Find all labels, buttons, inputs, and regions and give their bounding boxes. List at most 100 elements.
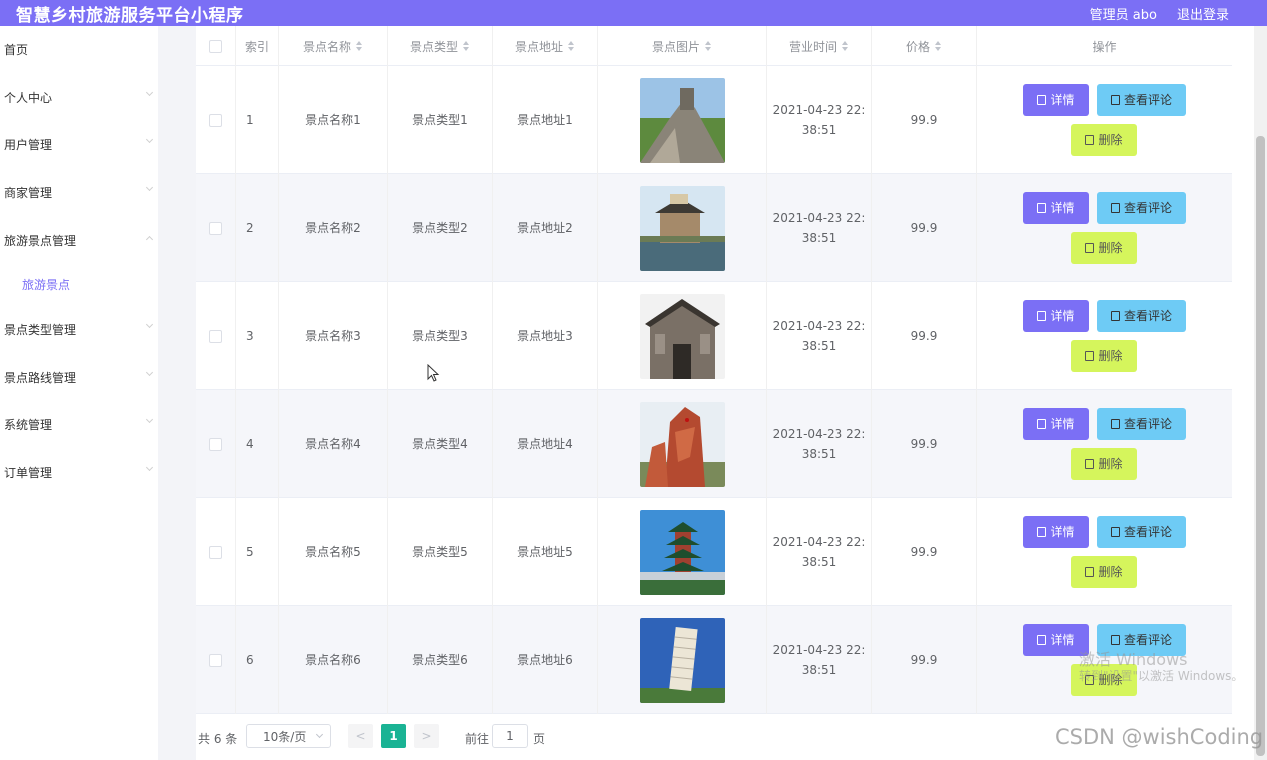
sort-icon[interactable] [463, 41, 470, 51]
cell-actions: 详情 查看评论删除 [977, 498, 1232, 606]
detail-button[interactable]: 详情 [1023, 192, 1089, 224]
scenic-photo[interactable] [639, 185, 725, 271]
cell-image [598, 498, 767, 606]
sidebar-item-label: 首页 [4, 42, 29, 57]
row-checkbox[interactable] [209, 653, 222, 667]
edit-icon [1110, 527, 1120, 537]
table-row: 3 景点名称3 景点类型3 景点地址3 2021-04-23 22: 38:51 … [196, 282, 1232, 390]
button-label: 查看评论 [1123, 417, 1172, 431]
column-header-hours[interactable]: 营业时间 [767, 26, 872, 66]
view-comments-button[interactable]: 查看评论 [1097, 408, 1186, 440]
view-comments-button[interactable]: 查看评论 [1097, 192, 1186, 224]
scenic-photo[interactable] [639, 617, 725, 703]
sort-icon[interactable] [935, 41, 942, 51]
cell-image [598, 174, 767, 282]
select-cell [196, 390, 236, 498]
cell-type: 景点类型2 [388, 174, 493, 282]
sidebar-item-label: 商家管理 [4, 185, 53, 200]
row-checkbox[interactable] [209, 329, 222, 343]
document-icon [1037, 311, 1047, 321]
column-header-name[interactable]: 景点名称 [279, 26, 388, 66]
sort-icon[interactable] [842, 41, 849, 51]
sidebar-item-system-management[interactable]: 系统管理 [0, 412, 158, 436]
delete-button[interactable]: 删除 [1071, 232, 1137, 264]
edit-icon [1110, 419, 1120, 429]
detail-button[interactable]: 详情 [1023, 408, 1089, 440]
trash-icon [1085, 351, 1095, 361]
hours-line-1: 2021-04-23 22: [772, 103, 866, 117]
cell-hours: 2021-04-23 22: 38:51 [767, 66, 872, 174]
button-label: 详情 [1050, 633, 1075, 647]
sidebar-item-label: 用户管理 [4, 137, 53, 152]
cell-address: 景点地址6 [493, 606, 598, 714]
button-label: 查看评论 [1123, 93, 1172, 107]
sidebar-menu: 首页 个人中心 用户管理 商家管理 旅游景点管理 旅游景点 景点类型管理 景点路… [0, 26, 158, 760]
sidebar-subitem-scenic-spots[interactable]: 旅游景点 [0, 272, 158, 296]
edit-icon [1110, 311, 1120, 321]
scenic-photo[interactable] [639, 401, 725, 487]
logout-link[interactable]: 退出登录 [1177, 4, 1229, 23]
sidebar-item-home[interactable]: 首页 [0, 37, 158, 61]
row-checkbox[interactable] [209, 437, 222, 451]
sidebar-item-order-management[interactable]: 订单管理 [0, 460, 158, 484]
button-label: 删除 [1098, 349, 1123, 363]
trash-icon [1085, 243, 1095, 253]
goto-page-input[interactable]: 1 [492, 724, 528, 748]
cell-type: 景点类型6 [388, 606, 493, 714]
row-checkbox[interactable] [209, 113, 222, 127]
detail-button[interactable]: 详情 [1023, 300, 1089, 332]
scenic-photo[interactable] [639, 293, 725, 379]
scenic-photo[interactable] [639, 77, 725, 163]
delete-button[interactable]: 删除 [1071, 556, 1137, 588]
sort-icon[interactable] [356, 41, 363, 51]
delete-button[interactable]: 删除 [1071, 124, 1137, 156]
delete-button[interactable]: 删除 [1071, 448, 1137, 480]
detail-button[interactable]: 详情 [1023, 84, 1089, 116]
column-header-label: 操作 [1092, 39, 1117, 54]
page-number-current[interactable]: 1 [381, 724, 406, 748]
scrollbar-thumb[interactable] [1256, 136, 1265, 756]
hours-line-1: 2021-04-23 22: [772, 427, 866, 441]
column-header-type[interactable]: 景点类型 [388, 26, 493, 66]
sidebar-item-personal-center[interactable]: 个人中心 [0, 85, 158, 109]
button-label: 详情 [1050, 309, 1075, 323]
sidebar-item-scenic-type-management[interactable]: 景点类型管理 [0, 317, 158, 341]
trash-icon [1085, 567, 1095, 577]
cell-actions: 详情 查看评论删除 [977, 390, 1232, 498]
next-page-button[interactable]: > [414, 724, 439, 748]
sort-icon[interactable] [705, 41, 712, 51]
sidebar-item-merchant-management[interactable]: 商家管理 [0, 180, 158, 204]
hours-line-2: 38:51 [801, 123, 837, 137]
sidebar-item-scenic-management[interactable]: 旅游景点管理 [0, 228, 158, 252]
select-all-checkbox[interactable] [209, 39, 222, 53]
cell-index: 1 [236, 66, 279, 174]
cell-image [598, 390, 767, 498]
row-checkbox[interactable] [209, 545, 222, 559]
view-comments-button[interactable]: 查看评论 [1097, 516, 1186, 548]
scenic-photo[interactable] [639, 509, 725, 595]
hours-line-2: 38:51 [801, 555, 837, 569]
sort-icon[interactable] [568, 41, 575, 51]
total-count: 共 6 条 [198, 732, 238, 746]
button-label: 删除 [1098, 241, 1123, 255]
cell-address: 景点地址1 [493, 66, 598, 174]
view-comments-button[interactable]: 查看评论 [1097, 84, 1186, 116]
select-cell [196, 66, 236, 174]
sidebar-item-user-management[interactable]: 用户管理 [0, 132, 158, 156]
cell-name: 景点名称2 [279, 174, 388, 282]
sidebar-item-label: 景点路线管理 [4, 370, 77, 385]
page-size-select[interactable]: 10条/页 [246, 724, 331, 748]
cell-type: 景点类型1 [388, 66, 493, 174]
delete-button[interactable]: 删除 [1071, 340, 1137, 372]
column-header-address[interactable]: 景点地址 [493, 26, 598, 66]
hours-line-1: 2021-04-23 22: [772, 319, 866, 333]
view-comments-button[interactable]: 查看评论 [1097, 300, 1186, 332]
prev-page-button[interactable]: < [348, 724, 373, 748]
detail-button[interactable]: 详情 [1023, 516, 1089, 548]
select-cell [196, 606, 236, 714]
column-header-image[interactable]: 景点图片 [598, 26, 767, 66]
row-checkbox[interactable] [209, 221, 222, 235]
sidebar-item-route-management[interactable]: 景点路线管理 [0, 365, 158, 389]
table-row: 5 景点名称5 景点类型5 景点地址5 2021-04-23 22: 38:51 … [196, 498, 1232, 606]
column-header-price[interactable]: 价格 [872, 26, 977, 66]
